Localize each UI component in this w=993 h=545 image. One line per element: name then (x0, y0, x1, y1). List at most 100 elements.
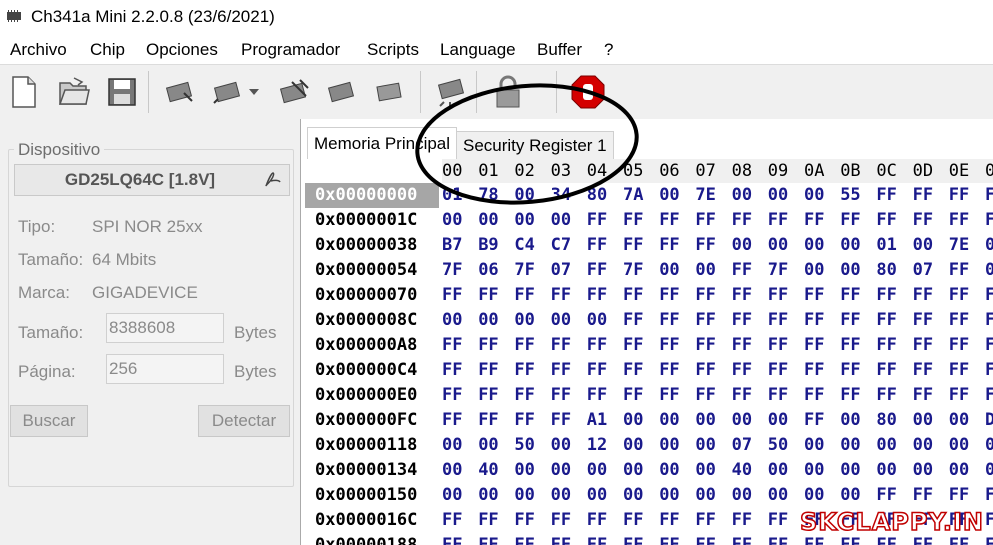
hex-byte[interactable]: FF (840, 308, 860, 333)
hex-byte[interactable]: FF (442, 508, 462, 533)
hex-byte[interactable]: 00 (659, 433, 679, 458)
auto-detect-button[interactable] (432, 73, 468, 111)
hex-byte[interactable]: 00 (551, 458, 571, 483)
hex-byte[interactable]: FF (442, 383, 462, 408)
hex-byte[interactable]: FF (768, 333, 788, 358)
hex-byte[interactable]: 00 (985, 433, 993, 458)
hex-byte[interactable]: FF (768, 508, 788, 533)
hex-byte[interactable]: 00 (442, 308, 462, 333)
hex-byte[interactable]: FF (985, 208, 993, 233)
hex-byte[interactable]: FF (514, 333, 534, 358)
hex-byte[interactable]: FF (732, 308, 752, 333)
hex-byte[interactable]: FF (949, 308, 969, 333)
hex-byte[interactable]: 00 (913, 433, 933, 458)
hex-byte[interactable]: FF (949, 483, 969, 508)
hex-byte[interactable]: 00 (442, 458, 462, 483)
hex-byte[interactable]: FF (623, 308, 643, 333)
hex-byte[interactable]: 00 (695, 433, 715, 458)
hex-byte[interactable]: 07 (732, 433, 752, 458)
hex-byte[interactable]: FF (442, 333, 462, 358)
hex-byte[interactable]: FF (949, 183, 969, 208)
blank-check-button[interactable] (372, 73, 408, 111)
hex-byte[interactable]: 00 (514, 458, 534, 483)
hex-byte[interactable]: C7 (551, 233, 571, 258)
tab-security-register-1[interactable]: Security Register 1 (456, 131, 614, 159)
hex-byte[interactable]: FF (913, 383, 933, 408)
hex-byte[interactable]: DF (985, 408, 993, 433)
hex-byte[interactable]: B9 (478, 233, 498, 258)
hex-byte[interactable]: FF (623, 233, 643, 258)
hex-byte[interactable]: FF (876, 358, 896, 383)
hex-byte[interactable]: 00 (695, 408, 715, 433)
hex-byte[interactable]: FF (695, 358, 715, 383)
hex-byte[interactable]: 00 (949, 408, 969, 433)
hex-byte[interactable]: FF (623, 333, 643, 358)
address-cell[interactable]: 0x00000150 (305, 483, 439, 508)
menu-buffer[interactable]: Buffer (537, 40, 582, 60)
hex-byte[interactable]: FF (623, 208, 643, 233)
hex-byte[interactable]: 00 (913, 458, 933, 483)
hex-byte[interactable]: FF (514, 508, 534, 533)
hex-byte[interactable]: FF (551, 383, 571, 408)
hex-byte[interactable]: 00 (478, 308, 498, 333)
hex-byte[interactable]: FF (623, 533, 643, 545)
hex-byte[interactable]: FF (732, 208, 752, 233)
hex-byte[interactable]: FF (913, 208, 933, 233)
hex-byte[interactable]: 00 (551, 433, 571, 458)
hex-byte[interactable]: FF (551, 358, 571, 383)
hex-byte[interactable]: FF (985, 533, 993, 545)
hex-row[interactable]: 00 00 00 00 FF FF FF FF FF FF FF FF FF FF FF FF (442, 208, 993, 233)
menu-chip[interactable]: Chip (90, 40, 125, 60)
detectar-button[interactable]: Detectar (198, 405, 290, 437)
hex-byte[interactable]: FF (949, 208, 969, 233)
hex-byte[interactable]: 7E (949, 233, 969, 258)
hex-byte[interactable]: FF (551, 408, 571, 433)
hex-byte[interactable]: FF (695, 233, 715, 258)
hex-byte[interactable]: 01 (876, 233, 896, 258)
hex-byte[interactable]: 7F (514, 258, 534, 283)
menu-programador[interactable]: Programador (241, 40, 340, 60)
hex-byte[interactable]: 07 (913, 258, 933, 283)
hex-byte[interactable]: FF (804, 283, 824, 308)
hex-byte[interactable]: 00 (732, 183, 752, 208)
address-cell[interactable]: 0x00000000 (305, 183, 439, 208)
open-file-button[interactable] (56, 73, 92, 111)
hex-row[interactable]: 7F 06 7F 07 FF 7F 00 00 FF 7F 00 00 80 07 FF 00 (442, 258, 993, 283)
hex-byte[interactable]: FF (985, 508, 993, 533)
hex-byte[interactable]: 00 (840, 433, 860, 458)
hex-byte[interactable]: FF (695, 533, 715, 545)
hex-byte[interactable]: 00 (840, 408, 860, 433)
address-cell[interactable]: 0x00000188 (305, 533, 439, 545)
hex-byte[interactable]: FF (985, 183, 993, 208)
read-button[interactable] (162, 73, 198, 111)
hex-byte[interactable]: FF (804, 358, 824, 383)
hex-byte[interactable]: FF (478, 358, 498, 383)
hex-byte[interactable]: FF (478, 508, 498, 533)
hex-byte[interactable]: 00 (804, 483, 824, 508)
hex-byte[interactable]: 00 (587, 308, 607, 333)
hex-byte[interactable]: FF (514, 408, 534, 433)
hex-byte[interactable]: FF (659, 333, 679, 358)
hex-byte[interactable]: FF (913, 333, 933, 358)
hex-byte[interactable]: A1 (587, 408, 607, 433)
hex-byte[interactable]: FF (478, 533, 498, 545)
hex-byte[interactable]: FF (695, 308, 715, 333)
address-cell[interactable]: 0x00000054 (305, 258, 439, 283)
hex-byte[interactable]: 00 (913, 408, 933, 433)
hex-byte[interactable]: FF (876, 308, 896, 333)
hex-byte[interactable]: FF (913, 283, 933, 308)
page-size-field[interactable]: 256 (106, 354, 224, 384)
hex-byte[interactable]: FF (985, 483, 993, 508)
hex-byte[interactable]: FF (985, 283, 993, 308)
hex-byte[interactable]: 7A (623, 183, 643, 208)
hex-byte[interactable]: FF (659, 533, 679, 545)
hex-byte[interactable]: FF (551, 333, 571, 358)
hex-byte[interactable]: FF (659, 508, 679, 533)
hex-byte[interactable]: FF (623, 508, 643, 533)
hex-byte[interactable]: 00 (478, 208, 498, 233)
hex-byte[interactable]: 00 (695, 258, 715, 283)
hex-byte[interactable]: FF (804, 333, 824, 358)
hex-byte[interactable]: FF (732, 533, 752, 545)
hex-byte[interactable]: 00 (659, 183, 679, 208)
hex-byte[interactable]: 50 (514, 433, 534, 458)
